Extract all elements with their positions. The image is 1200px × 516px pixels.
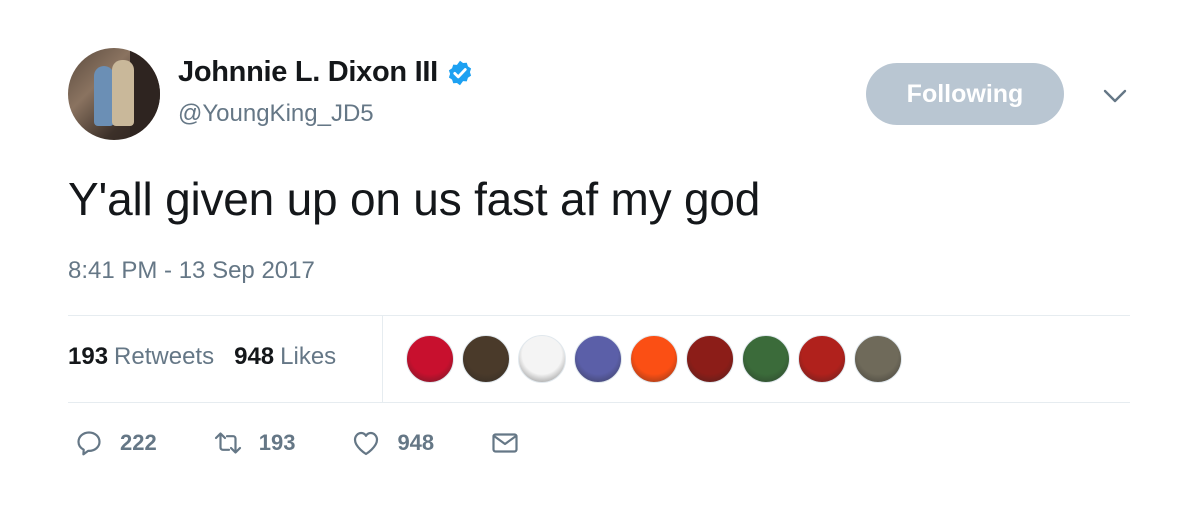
- liker-stars-avatar[interactable]: [574, 335, 622, 383]
- author-display-name[interactable]: Johnnie L. Dixon III: [178, 56, 438, 89]
- tweet-stats: 193 Retweets 948 Likes: [68, 343, 356, 371]
- liker-browns-avatar[interactable]: [462, 335, 510, 383]
- liker-broncos-avatar[interactable]: [630, 335, 678, 383]
- tweet-timestamp[interactable]: 8:41 PM - 13 Sep 2017: [68, 257, 315, 285]
- liker-buckeye-avatar[interactable]: [406, 335, 454, 383]
- retweet-icon: [214, 432, 241, 454]
- likes-label: Likes: [280, 343, 337, 370]
- like-count: 948: [397, 430, 435, 455]
- reply-count: 222: [120, 430, 157, 455]
- heart-icon: [354, 431, 379, 456]
- retweets-count: 193: [68, 343, 109, 370]
- author-avatar[interactable]: [68, 48, 160, 140]
- verified-badge-icon: [446, 59, 474, 87]
- retweets-stat[interactable]: 193 Retweets: [68, 343, 214, 371]
- author-name-row: Johnnie L. Dixon III: [178, 56, 474, 89]
- tweet-text: Y'all given up on us fast af my god: [68, 173, 761, 225]
- liker-player-scarlet-avatar[interactable]: [798, 335, 846, 383]
- divider: [68, 402, 1130, 403]
- retweet-button[interactable]: 193: [213, 428, 296, 458]
- divider: [68, 315, 1130, 316]
- likes-stat[interactable]: 948 Likes: [234, 343, 336, 371]
- author-handle[interactable]: @YoungKing_JD5: [178, 100, 374, 128]
- retweets-label: Retweets: [114, 343, 215, 370]
- envelope-icon: [492, 433, 518, 453]
- liker-bh-avatar[interactable]: [518, 335, 566, 383]
- avatar-background: [130, 48, 160, 140]
- direct-message-button[interactable]: [490, 428, 520, 458]
- liker-player-red-avatar[interactable]: [686, 335, 734, 383]
- liker-avatars: [406, 335, 910, 383]
- like-button[interactable]: 948: [351, 428, 434, 458]
- tweet-actions: 222 193 948: [74, 428, 576, 458]
- retweet-count: 193: [258, 430, 296, 455]
- reply-icon: [77, 431, 101, 456]
- reply-button[interactable]: 222: [74, 428, 157, 458]
- liker-player-outdoor-avatar[interactable]: [854, 335, 902, 383]
- chevron-down-icon[interactable]: [1100, 84, 1130, 108]
- avatar-figure: [94, 66, 114, 126]
- likes-count: 948: [234, 343, 275, 370]
- following-button[interactable]: Following: [866, 63, 1064, 125]
- liker-player-green-avatar[interactable]: [742, 335, 790, 383]
- divider: [382, 316, 383, 402]
- avatar-figure: [112, 60, 134, 126]
